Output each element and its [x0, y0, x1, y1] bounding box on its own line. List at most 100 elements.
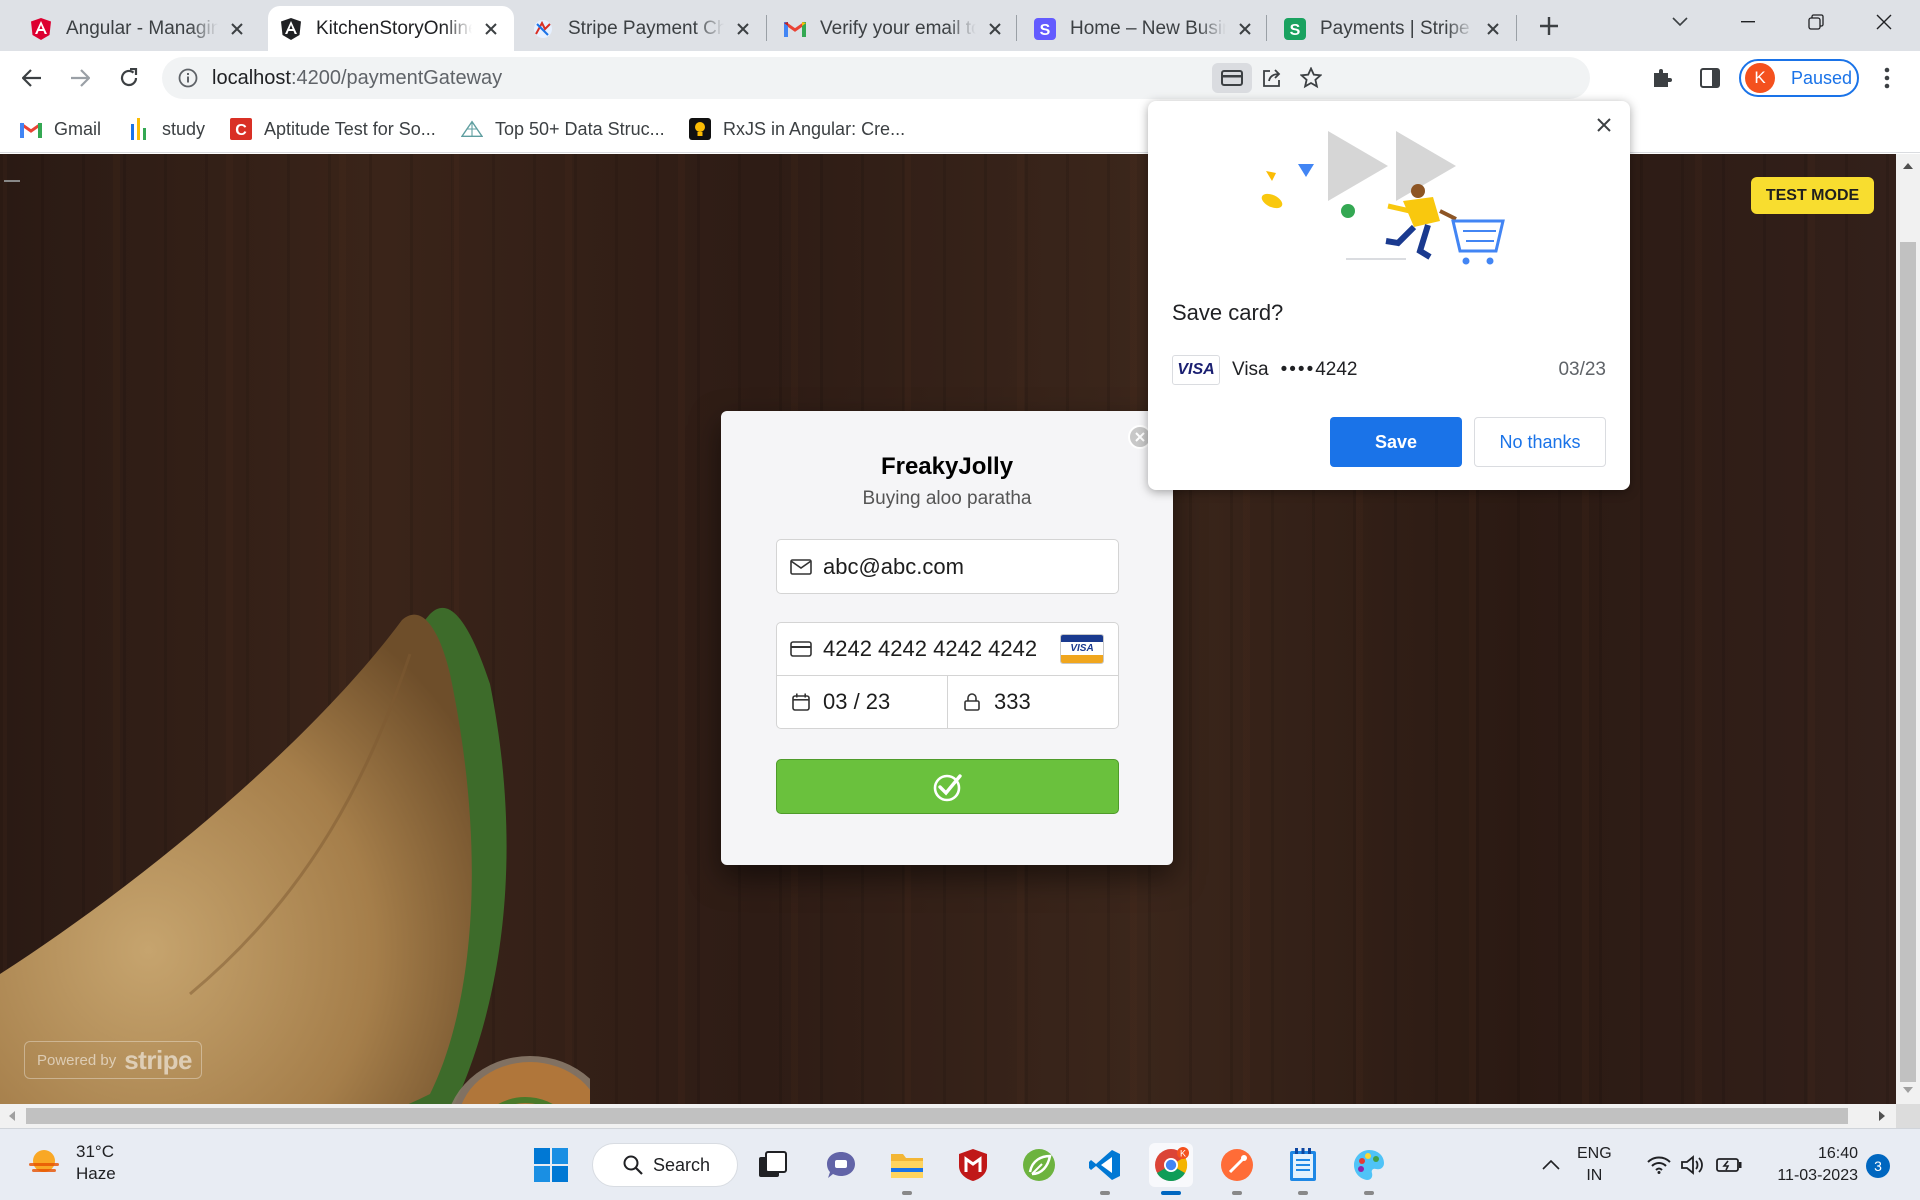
tab-payments-stripe[interactable]: S Payments | Stripe D: [1272, 6, 1516, 51]
bookmark-study[interactable]: study: [128, 115, 205, 143]
vertical-scroll-thumb[interactable]: [1900, 242, 1916, 1082]
url-host: localhost: [212, 67, 291, 89]
test-mode-badge: TEST MODE: [1751, 177, 1874, 214]
save-card-dialog: Save card? VISA Visa •••• 4242 03/23 Sav…: [1148, 101, 1630, 490]
close-tab-icon[interactable]: [226, 18, 248, 40]
kebab-menu-icon: [1884, 67, 1890, 89]
tab-title: Home – New Busin: [1070, 17, 1226, 39]
tab-stripe-payment[interactable]: Stripe Payment Che: [520, 6, 766, 51]
battery-icon[interactable]: [1714, 1143, 1744, 1187]
back-button[interactable]: [16, 62, 48, 94]
expiry-value: 03 / 23: [823, 689, 891, 714]
bookmark-rxjs-angular[interactable]: RxJS in Angular: Cre...: [689, 115, 905, 143]
email-field[interactable]: abc@abc.com: [776, 539, 1119, 594]
forward-button[interactable]: [64, 62, 96, 94]
windows-logo-icon: [534, 1148, 568, 1182]
save-button[interactable]: Save: [1330, 417, 1462, 467]
bookmark-data-structures[interactable]: Top 50+ Data Struc...: [461, 115, 665, 143]
svg-text:S: S: [1290, 22, 1301, 39]
wifi-icon[interactable]: [1644, 1143, 1674, 1187]
tab-angular-managing[interactable]: Angular - Managing: [18, 6, 260, 51]
close-tab-icon[interactable]: [984, 18, 1006, 40]
tab-search-button[interactable]: [1648, 0, 1712, 44]
teams-chat-button[interactable]: [819, 1143, 863, 1187]
extensions-button[interactable]: [1646, 62, 1678, 94]
close-tab-icon[interactable]: [1234, 18, 1256, 40]
card-brand: Visa: [1232, 359, 1269, 380]
powered-by-stripe-link[interactable]: Powered by stripe: [24, 1041, 202, 1079]
vertical-scrollbar[interactable]: [1896, 154, 1920, 1104]
minimize-icon: [1741, 21, 1755, 23]
paint-button[interactable]: [1347, 1143, 1391, 1195]
no-thanks-button[interactable]: No thanks: [1474, 417, 1606, 467]
tab-kitchenstory[interactable]: KitchenStoryOnline: [268, 6, 514, 51]
horizontal-scroll-thumb[interactable]: [26, 1108, 1848, 1124]
task-view-button[interactable]: [751, 1143, 795, 1187]
tab-title: Payments | Stripe D: [1320, 17, 1474, 39]
start-button[interactable]: [529, 1143, 573, 1187]
merchant-name: FreakyJolly: [880, 453, 1014, 480]
running-indicator: [1232, 1191, 1242, 1195]
card-masked-dots: ••••: [1280, 359, 1316, 380]
windows-taskbar: 31°C Haze Search K ENG IN 16:40 11-03-20…: [0, 1128, 1920, 1200]
tab-home-new-business[interactable]: S Home – New Busin: [1022, 6, 1268, 51]
system-clock[interactable]: 16:40 11-03-2023: [1760, 1143, 1858, 1187]
reload-button[interactable]: [113, 62, 145, 94]
tab-separator: [766, 15, 767, 41]
close-window-button[interactable]: [1852, 0, 1916, 44]
share-icon[interactable]: [1257, 63, 1287, 93]
tab-separator: [1266, 15, 1267, 41]
notification-badge[interactable]: 3: [1866, 1154, 1890, 1178]
site-info-icon[interactable]: [176, 66, 200, 90]
profile-button[interactable]: K Paused: [1739, 59, 1859, 97]
minimize-button[interactable]: [1716, 0, 1780, 44]
address-bar[interactable]: localhost:4200/paymentGateway: [162, 57, 1590, 99]
angular-dark-icon: [280, 17, 302, 40]
spring-tools-button[interactable]: [1017, 1143, 1061, 1187]
side-panel-button[interactable]: [1694, 62, 1726, 94]
close-icon: [1597, 118, 1611, 132]
close-tab-icon[interactable]: [480, 18, 502, 40]
bulb-icon: [689, 118, 711, 140]
weather-widget[interactable]: 31°C Haze: [26, 1141, 116, 1185]
task-view-icon: [759, 1151, 787, 1177]
language-indicator[interactable]: ENG IN: [1577, 1143, 1612, 1187]
pay-button[interactable]: [776, 759, 1119, 814]
file-explorer-button[interactable]: [885, 1143, 929, 1195]
close-tab-icon[interactable]: [1482, 18, 1504, 40]
chrome-menu-button[interactable]: [1871, 62, 1903, 94]
pyramid-icon: [461, 118, 483, 140]
bookmark-label: study: [162, 118, 206, 139]
close-tab-icon[interactable]: [732, 18, 754, 40]
restore-button[interactable]: [1784, 0, 1848, 44]
forward-arrow-icon: [71, 69, 90, 87]
vscode-button[interactable]: [1083, 1143, 1127, 1195]
bookmark-gmail[interactable]: Gmail: [20, 115, 101, 143]
card-number-field[interactable]: 4242 4242 4242 4242 VISA: [776, 622, 1119, 676]
bookmark-aptitude-test[interactable]: C Aptitude Test for So...: [230, 115, 436, 143]
side-panel-icon: [1700, 68, 1720, 88]
chrome-button[interactable]: K: [1149, 1143, 1193, 1195]
show-hidden-icons-button[interactable]: [1536, 1143, 1566, 1187]
volume-icon[interactable]: [1678, 1143, 1708, 1187]
browser-toolbar: localhost:4200/paymentGateway K Paused: [0, 51, 1920, 105]
taskbar-search[interactable]: Search: [592, 1143, 738, 1187]
close-save-card-button[interactable]: [1590, 111, 1618, 139]
chevron-up-icon: [1542, 1160, 1560, 1170]
horizontal-scrollbar[interactable]: [0, 1104, 1896, 1128]
postman-button[interactable]: [1215, 1143, 1259, 1195]
spring-leaf-icon: [1023, 1149, 1055, 1181]
tab-verify-email[interactable]: Verify your email to: [772, 6, 1018, 51]
clock-date: 11-03-2023: [1777, 1167, 1858, 1184]
bookmark-star-icon[interactable]: [1296, 63, 1326, 93]
vscode-icon: [1089, 1150, 1120, 1180]
new-tab-button[interactable]: [1533, 10, 1565, 42]
chevron-down-icon: [1672, 17, 1688, 27]
expiry-field[interactable]: 03 / 23: [776, 675, 948, 729]
scroll-down-icon: [1903, 1087, 1913, 1093]
mcafee-button[interactable]: [951, 1143, 995, 1187]
notepad-button[interactable]: [1281, 1143, 1325, 1195]
card-brand-label: VISA: [1070, 643, 1094, 654]
cvc-field[interactable]: 333: [947, 675, 1119, 729]
save-card-icon[interactable]: [1212, 63, 1252, 93]
